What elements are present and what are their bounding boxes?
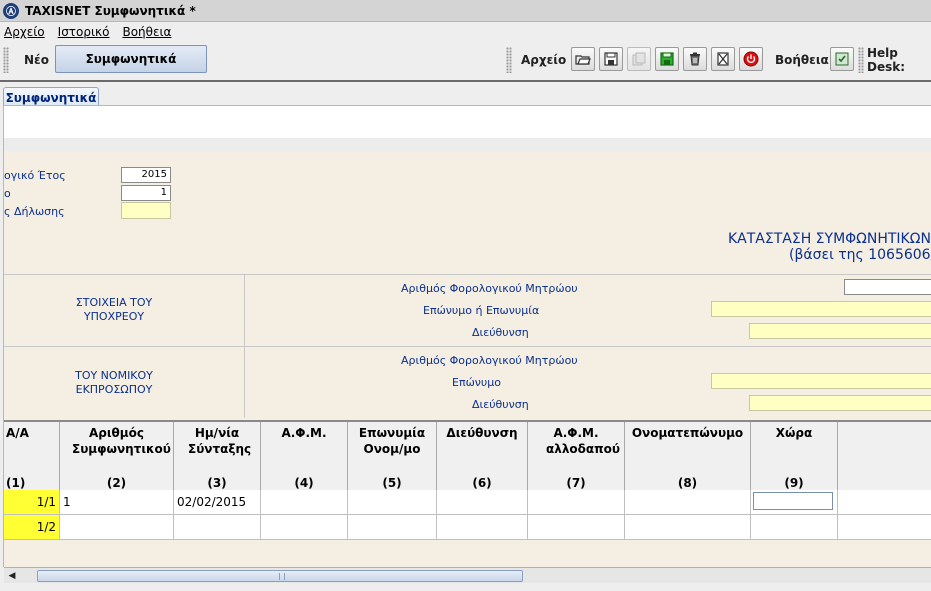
cell-address[interactable] [437,490,528,514]
help-label: Βοήθεια [775,53,829,67]
toolbar: Νέο Συμφωνητικά Αρχείο Βοήθεια Help Desk… [0,42,931,78]
scroll-thumb[interactable] [37,570,523,582]
cell-date[interactable] [174,515,261,539]
cell-name[interactable] [348,490,437,514]
obligor-name-label: Επώνυμο ή Επωνυμία [423,304,540,317]
rep-address-label: Διεύθυνση [472,398,529,411]
copy-disabled-icon [632,52,646,66]
cell-afm[interactable] [261,515,348,539]
horizontal-scrollbar[interactable]: ◀ [4,567,931,583]
report-subtitle: (βάσει της 1065606/72 [789,247,931,263]
cell-empty [838,490,931,514]
country-input[interactable] [753,492,833,510]
new-label: Νέο [24,53,49,67]
clear-button[interactable] [711,47,735,71]
cell-aa[interactable]: 1/2 [4,515,60,539]
delete-icon [690,52,700,66]
form-panel: ογικό Έτος 2015 ο 1 ς Δήλωσης ΚΑΤΑΣΤΑΣΗ … [3,105,931,583]
fiscal-year-label: ογικό Έτος [4,169,66,182]
table-row[interactable]: 1/2 [4,515,931,540]
toolbar-grip[interactable] [3,47,9,73]
col-header-fullname[interactable]: Ονοματεπώνυμο (8) [625,422,751,492]
section-divider-2 [244,346,245,418]
menu-bar: Αρχείο Ιστορικό Βοήθεια [0,22,931,42]
scroll-grip-icon [279,573,285,580]
scroll-left-icon[interactable]: ◀ [6,570,18,582]
cell-fullname[interactable] [625,490,751,514]
declaration-type-label: ς Δήλωσης [4,205,65,218]
save-button[interactable] [599,47,623,71]
col-header-name[interactable]: Επωνυμία Ονομ/μο (5) [348,422,437,492]
rep-name-field[interactable] [711,373,931,389]
report-title: ΚΑΤΑΣΤΑΣΗ ΣΥΜΦΩΝΗΤΙΚΩΝ τ [728,231,931,247]
col-header-foreign-afm[interactable]: Α.Φ.Μ. αλλοδαπού (7) [528,422,625,492]
open-button[interactable] [571,47,595,71]
menu-help[interactable]: Βοήθεια [122,25,171,39]
col-header-contract-no[interactable]: Αριθμός Συμφωνητικού (2) [60,422,174,492]
cell-name[interactable] [348,515,437,539]
menu-history[interactable]: Ιστορικό [58,25,110,39]
exit-button[interactable] [739,47,763,71]
grid-header: Α/Α (1) Αριθμός Συμφωνητικού (2) Ημ/νία … [4,420,931,492]
declaration-type-field[interactable] [121,202,171,219]
rep-name-label: Επώνυμο [452,376,502,389]
exit-icon [743,51,759,67]
cell-contract-no[interactable]: 1 [60,490,174,514]
helpdesk-label: Help Desk: [867,46,906,74]
divider-1 [4,274,931,275]
section-divider-1 [244,274,245,346]
cell-empty [838,515,931,539]
clear-icon [717,52,729,66]
aa-field[interactable]: 1 [121,185,171,201]
contracts-button[interactable]: Συμφωνητικά [55,45,207,73]
rep-address-field[interactable] [749,395,931,411]
cell-country[interactable] [751,515,838,539]
file-label: Αρχείο [521,53,567,67]
fiscal-year-field[interactable]: 2015 [121,167,171,183]
save-green-button[interactable] [655,47,679,71]
cell-fullname[interactable] [625,515,751,539]
obligor-name-field[interactable] [711,301,931,317]
cell-date[interactable]: 02/02/2015 [174,490,261,514]
col-header-aa[interactable]: Α/Α (1) [4,422,60,492]
obligor-address-label: Διεύθυνση [472,326,529,339]
cell-address[interactable] [437,515,528,539]
open-icon [575,55,591,65]
title-bar: Ⓐ TAXISNET Συμφωνητικά * [0,0,931,22]
col-header-afm[interactable]: Α.Φ.Μ. (4) [261,422,348,492]
cell-contract-no[interactable] [60,515,174,539]
col-header-empty [838,422,931,492]
save-green-icon [660,52,674,66]
aa-label: ο [4,187,11,200]
menu-file[interactable]: Αρχείο [4,25,45,39]
help-button[interactable] [830,47,854,71]
cell-foreign-afm[interactable] [528,515,625,539]
app-logo-icon: Ⓐ [3,2,19,19]
obligor-section-title: ΣΤΟΙΧΕΙΑ ΤΟΥ ΥΠΟΧΡΕΟΥ [75,296,153,323]
cell-aa[interactable]: 1/1 [4,490,60,514]
representative-section-title: ΤΟΥ ΝΟΜΙΚΟΥ ΕΚΠΡΟΣΩΠΟΥ [75,369,153,396]
save-icon [604,52,618,66]
col-header-date[interactable]: Ημ/νία Σύνταξης (3) [174,422,261,492]
copy-button[interactable] [627,47,651,71]
toolbar-grip-3[interactable] [858,47,864,73]
table-row[interactable]: 1/1 1 02/02/2015 [4,490,931,515]
window-title: TAXISNET Συμφωνητικά * [25,3,196,18]
toolbar-grip-2[interactable] [506,47,512,73]
col-header-country[interactable]: Χώρα (9) [751,422,838,492]
delete-button[interactable] [683,47,707,71]
obligor-afm-field[interactable] [844,279,931,295]
cell-afm[interactable] [261,490,348,514]
obligor-afm-label: Αριθμός Φορολογικού Μητρώου [401,282,578,295]
gray-band [4,138,931,151]
obligor-address-field[interactable] [749,323,931,339]
divider-2 [4,346,931,347]
col-header-address[interactable]: Διεύθυνση (6) [437,422,528,492]
help-icon [835,52,849,66]
cell-foreign-afm[interactable] [528,490,625,514]
white-strip [4,105,931,138]
rep-afm-label: Αριθμός Φορολογικού Μητρώου [401,354,578,367]
cell-country[interactable] [751,490,838,514]
